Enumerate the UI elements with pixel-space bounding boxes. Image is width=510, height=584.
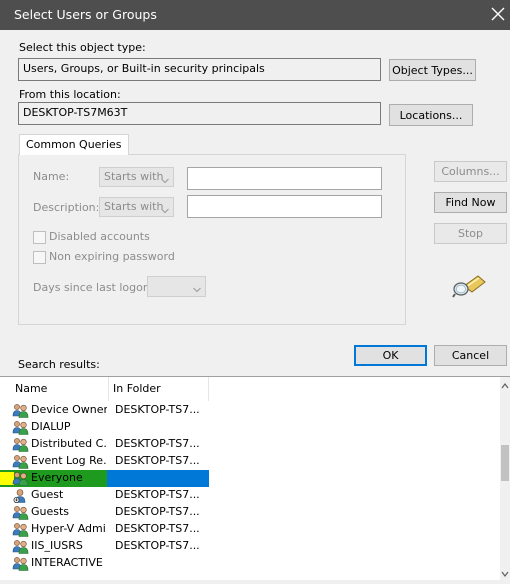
table-row[interactable]: Guests DESKTOP-TS7... — [0, 504, 500, 521]
group-icon — [12, 505, 29, 520]
non-expiring-password-label: Non expiring password — [49, 250, 175, 263]
object-types-button[interactable]: Object Types... — [389, 59, 476, 81]
selection-highlight — [107, 470, 209, 487]
chevron-down-icon — [193, 283, 201, 293]
row-folder: DESKTOP-TS7... — [115, 539, 200, 552]
disabled-accounts-checkbox[interactable] — [33, 231, 46, 244]
location-field: DESKTOP-TS7M63T — [18, 102, 381, 125]
table-row[interactable]: Everyone — [0, 470, 500, 487]
description-mode-select[interactable]: Starts with — [99, 197, 174, 217]
group-icon — [12, 556, 29, 571]
table-row[interactable]: Event Log Re... DESKTOP-TS7... — [0, 453, 500, 470]
search-results-label: Search results: — [18, 358, 100, 371]
row-folder: DESKTOP-TS7... — [115, 454, 200, 467]
row-name: Hyper-V Admi... — [31, 522, 107, 535]
table-row[interactable]: IIS_IUSRS DESKTOP-TS7... — [0, 538, 500, 555]
description-mode-value: Starts with — [104, 200, 164, 213]
find-now-button[interactable]: Find Now — [434, 192, 507, 213]
chevron-down-icon — [161, 204, 169, 214]
row-name: Guests — [31, 505, 70, 518]
window-title: Select Users or Groups — [14, 7, 157, 22]
table-row[interactable]: Hyper-V Admi... DESKTOP-TS7... — [0, 521, 500, 538]
name-mode-value: Starts with — [104, 170, 164, 183]
name-label: Name: — [33, 170, 70, 183]
row-folder: DESKTOP-TS7... — [115, 403, 200, 416]
group-icon — [12, 539, 29, 554]
column-header-in-folder[interactable]: In Folder — [109, 377, 209, 401]
group-icon — [12, 420, 29, 435]
table-row[interactable]: Distributed C... DESKTOP-TS7... — [0, 436, 500, 453]
name-mode-select[interactable]: Starts with — [99, 167, 174, 187]
row-folder: DESKTOP-TS7... — [115, 505, 200, 518]
column-header-name[interactable]: Name — [11, 377, 109, 401]
search-flashlight-icon — [452, 270, 488, 298]
row-name: Distributed C... — [31, 437, 107, 450]
table-row[interactable]: Guest DESKTOP-TS7... — [0, 487, 500, 504]
group-icon — [12, 437, 29, 452]
columns-button[interactable]: Columns... — [434, 161, 507, 182]
row-name: Everyone — [31, 471, 83, 484]
tab-common-queries[interactable]: Common Queries — [19, 134, 129, 155]
cancel-button[interactable]: Cancel — [434, 345, 507, 366]
days-since-logon-select[interactable] — [147, 276, 206, 297]
close-icon[interactable] — [488, 3, 508, 25]
name-input[interactable] — [187, 167, 382, 190]
stop-button[interactable]: Stop — [434, 223, 507, 244]
row-name: DIALUP — [31, 420, 71, 433]
description-label: Description: — [33, 201, 100, 214]
object-type-field: Users, Groups, or Built-in security prin… — [18, 58, 381, 81]
search-results-list[interactable]: Name In Folder Device Owners DESKTOP-TS7.… — [0, 376, 510, 581]
description-input[interactable] — [187, 195, 382, 218]
group-icon — [12, 403, 29, 418]
group-icon — [12, 471, 29, 486]
ok-button[interactable]: OK — [354, 345, 427, 366]
row-folder: DESKTOP-TS7... — [115, 437, 200, 450]
table-row[interactable]: INTERACTIVE — [0, 555, 500, 572]
row-name: INTERACTIVE — [31, 556, 103, 569]
row-name: Guest — [31, 488, 64, 501]
row-name: IIS_IUSRS — [31, 539, 83, 552]
row-name: Device Owners — [31, 403, 107, 416]
location-label: From this location: — [19, 88, 121, 101]
days-since-logon-label: Days since last logon: — [33, 281, 154, 294]
chevron-down-icon — [161, 174, 169, 184]
row-folder: DESKTOP-TS7... — [115, 522, 200, 535]
vertical-scrollbar[interactable] — [500, 377, 510, 581]
group-icon — [12, 454, 29, 469]
table-row[interactable]: Device Owners DESKTOP-TS7... — [0, 402, 500, 419]
object-type-label: Select this object type: — [19, 41, 146, 54]
locations-button[interactable]: Locations... — [389, 104, 473, 126]
row-name: Event Log Re... — [31, 454, 107, 467]
user-icon — [12, 488, 29, 503]
non-expiring-password-checkbox[interactable] — [33, 251, 46, 264]
row-folder: DESKTOP-TS7... — [115, 488, 200, 501]
table-row[interactable]: DIALUP — [0, 419, 500, 436]
title-bar: Select Users or Groups — [0, 0, 510, 30]
group-icon — [12, 522, 29, 537]
disabled-accounts-label: Disabled accounts — [49, 230, 150, 243]
